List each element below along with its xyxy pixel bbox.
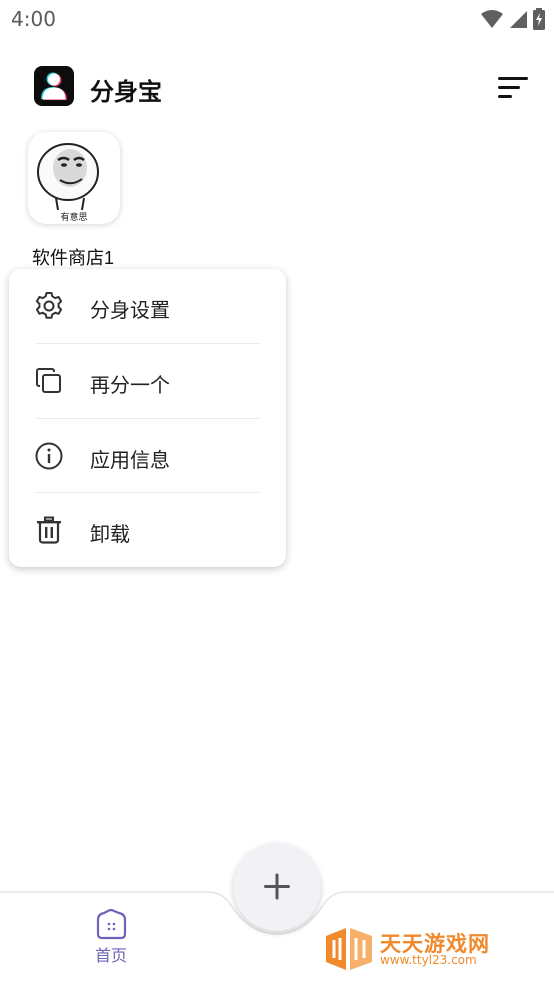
status-bar: 4:00 — [0, 0, 554, 38]
app-name-label: 软件商店1 — [32, 248, 115, 268]
info-icon — [35, 442, 63, 470]
wifi-icon — [481, 10, 503, 28]
cloned-app-tile[interactable]: 有意思 软件商店1 — [28, 132, 128, 268]
app-context-menu: 分身设置 再分一个 应用信息 卸载 — [9, 269, 286, 567]
nav-home-label: 首页 — [94, 946, 127, 965]
status-time: 4:00 — [11, 7, 56, 31]
menu-label-clone-another: 再分一个 — [90, 373, 170, 397]
app-title: 分身宝 — [90, 78, 162, 106]
watermark-url: www.ttyl23.com — [380, 953, 477, 967]
cell-signal-icon — [510, 11, 527, 28]
nav-home-tab[interactable]: 首页 — [82, 908, 140, 968]
sort-icon — [498, 77, 528, 98]
menu-label-app-info: 应用信息 — [90, 448, 170, 472]
gear-icon — [35, 292, 63, 319]
menu-label-uninstall: 卸载 — [90, 522, 130, 546]
battery-charging-icon — [533, 8, 545, 30]
add-clone-button[interactable] — [233, 843, 321, 931]
app-logo-icon — [34, 66, 74, 106]
menu-item-clone-settings[interactable]: 分身设置 — [9, 269, 286, 343]
menu-item-app-info[interactable]: 应用信息 — [9, 419, 286, 493]
menu-label-clone-settings: 分身设置 — [90, 298, 170, 322]
app-bar: 分身宝 — [0, 60, 554, 116]
trash-icon — [37, 516, 61, 544]
plus-icon — [264, 873, 290, 900]
app-icon[interactable]: 有意思 — [28, 132, 120, 224]
watermark-logo-icon — [326, 928, 372, 970]
menu-item-clone-another[interactable]: 再分一个 — [9, 344, 286, 418]
copy-icon — [36, 368, 61, 393]
status-icons — [480, 7, 546, 31]
menu-item-uninstall[interactable]: 卸载 — [9, 493, 286, 567]
app-icon-caption: 有意思 — [60, 213, 88, 223]
home-icon — [96, 908, 127, 940]
watermark: 天天游戏网 www.ttyl23.com — [322, 926, 522, 972]
sort-button[interactable] — [496, 74, 532, 102]
